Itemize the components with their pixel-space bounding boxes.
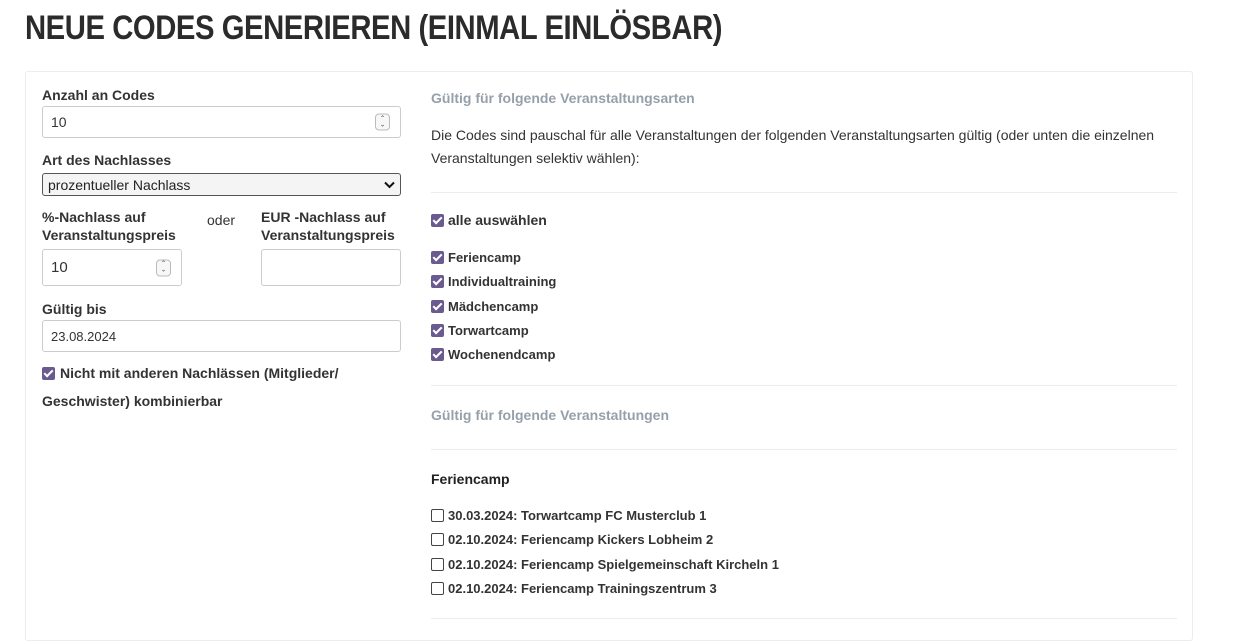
select-all-option[interactable]: alle auswählen xyxy=(431,212,547,228)
count-stepper-icon[interactable]: ⌃ ⌄ xyxy=(375,113,390,131)
eur-label: EUR -Nachlass auf Veranstaltungspreis xyxy=(261,208,395,244)
discount-type-value: prozentueller Nachlass xyxy=(48,176,191,193)
eur-label-line2: Veranstaltungspreis xyxy=(261,227,395,243)
percent-label-line2: Veranstaltungspreis xyxy=(42,227,176,243)
percent-label: %-Nachlass auf Veranstaltungspreis xyxy=(42,208,176,244)
type-label: Wochenendcamp xyxy=(448,347,556,362)
page-title: NEUE CODES GENERIEREN (EINMAL EINLÖSBAR) xyxy=(25,9,723,47)
eur-input[interactable] xyxy=(261,249,401,286)
type-label: Mädchencamp xyxy=(448,299,539,314)
divider xyxy=(431,385,1177,386)
select-all-label: alle auswählen xyxy=(448,212,547,228)
chevron-down-icon xyxy=(384,181,395,188)
event-item[interactable]: 02.10.2024: Feriencamp Spielgemeinschaft… xyxy=(431,557,779,572)
types-description-line2: Veranstaltungen selektiv wählen): xyxy=(431,150,640,166)
count-value: 10 xyxy=(51,114,67,130)
type-label: Feriencamp xyxy=(448,250,521,265)
types-heading: Gültig für folgende Veranstaltungsarten xyxy=(431,90,695,106)
divider xyxy=(431,192,1177,193)
type-item[interactable]: Torwartcamp xyxy=(431,323,529,338)
divider xyxy=(431,618,1177,619)
type-item[interactable]: Individualtraining xyxy=(431,274,556,289)
type-item[interactable]: Feriencamp xyxy=(431,250,521,265)
valid-until-value: 23.08.2024 xyxy=(51,328,117,344)
event-checkbox[interactable] xyxy=(431,558,444,571)
percent-label-line1: %-Nachlass auf xyxy=(42,209,146,225)
or-label: oder xyxy=(207,212,236,228)
event-label: 30.03.2024: Torwartcamp FC Musterclub 1 xyxy=(448,508,707,523)
event-label: 02.10.2024: Feriencamp Kickers Lobheim 2 xyxy=(448,532,714,547)
discount-type-label: Art des Nachlasses xyxy=(42,152,172,168)
count-label: Anzahl an Codes xyxy=(42,87,155,103)
events-heading: Gültig für folgende Veranstaltungen xyxy=(431,407,670,423)
discount-type-select[interactable]: prozentueller Nachlass xyxy=(42,173,401,196)
event-item[interactable]: 30.03.2024: Torwartcamp FC Musterclub 1 xyxy=(431,508,706,523)
type-item[interactable]: Wochenendcamp xyxy=(431,347,555,362)
divider xyxy=(431,449,1177,450)
valid-until-label: Gültig bis xyxy=(42,301,107,317)
type-checkbox[interactable] xyxy=(431,300,444,313)
count-input[interactable]: 10 ⌃ ⌄ xyxy=(42,106,401,138)
type-label: Torwartcamp xyxy=(448,323,529,338)
no-combine-label-line2: Geschwister) kombinierbar xyxy=(42,393,223,409)
percent-stepper-icon[interactable]: ⌃ ⌄ xyxy=(156,259,171,276)
type-checkbox[interactable] xyxy=(431,348,444,361)
type-label: Individualtraining xyxy=(448,274,557,289)
event-group-title: Feriencamp xyxy=(431,471,510,487)
event-item[interactable]: 02.10.2024: Feriencamp Kickers Lobheim 2 xyxy=(431,532,713,547)
eur-label-line1: EUR -Nachlass auf xyxy=(261,209,386,225)
event-label: 02.10.2024: Feriencamp Spielgemeinschaft… xyxy=(448,557,779,572)
no-combine-label-line1: Nicht mit anderen Nachlässen (Mitglieder… xyxy=(60,365,339,381)
types-description-line1: Die Codes sind pauschal für alle Veranst… xyxy=(431,127,1155,143)
type-checkbox[interactable] xyxy=(431,275,444,288)
event-checkbox[interactable] xyxy=(431,533,444,546)
event-item[interactable]: 02.10.2024: Feriencamp Trainingszentrum … xyxy=(431,581,717,596)
no-combine-checkbox[interactable] xyxy=(42,366,55,380)
percent-value: 10 xyxy=(51,259,68,276)
percent-input[interactable]: 10 ⌃ ⌄ xyxy=(42,249,182,286)
valid-until-input[interactable]: 23.08.2024 xyxy=(42,320,401,352)
event-label: 02.10.2024: Feriencamp Trainingszentrum … xyxy=(448,581,717,596)
event-checkbox[interactable] xyxy=(431,582,444,595)
type-checkbox[interactable] xyxy=(431,324,444,337)
event-checkbox[interactable] xyxy=(431,509,444,522)
types-description: Die Codes sind pauschal für alle Veranst… xyxy=(431,124,1154,170)
type-item[interactable]: Mädchencamp xyxy=(431,299,538,314)
select-all-checkbox[interactable] xyxy=(431,213,444,227)
type-checkbox[interactable] xyxy=(431,251,444,264)
no-combine-option[interactable]: Nicht mit anderen Nachlässen (Mitglieder… xyxy=(42,365,339,381)
